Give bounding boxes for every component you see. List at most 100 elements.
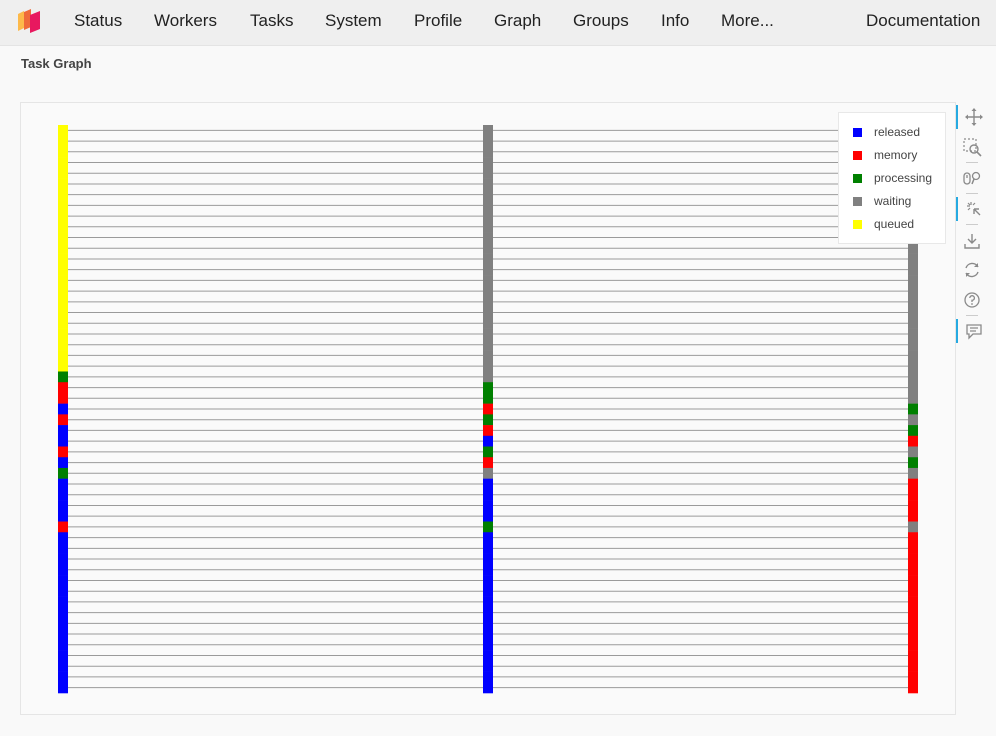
task-node-processing[interactable] (483, 521, 493, 533)
task-node-memory[interactable] (908, 542, 918, 554)
box-zoom-tool-button[interactable] (960, 135, 984, 159)
task-node-processing[interactable] (58, 371, 68, 383)
task-node-released[interactable] (483, 617, 493, 629)
task-node-released[interactable] (58, 575, 68, 587)
save-tool-button[interactable] (960, 229, 984, 253)
task-node-released[interactable] (483, 671, 493, 683)
task-node-waiting[interactable] (908, 307, 918, 319)
task-node-waiting[interactable] (908, 242, 918, 254)
task-graph-canvas[interactable] (0, 0, 996, 736)
task-node-memory[interactable] (908, 617, 918, 629)
task-node-waiting[interactable] (483, 189, 493, 201)
task-node-waiting[interactable] (483, 210, 493, 222)
task-node-released[interactable] (58, 607, 68, 619)
task-node-processing[interactable] (483, 414, 493, 426)
task-node-waiting[interactable] (483, 350, 493, 362)
task-node-waiting[interactable] (483, 296, 493, 308)
help-tool-button[interactable] (960, 288, 984, 312)
task-node-waiting[interactable] (908, 339, 918, 351)
task-node-processing[interactable] (908, 403, 918, 415)
task-node-queued[interactable] (58, 242, 68, 254)
task-node-memory[interactable] (483, 403, 493, 415)
task-node-waiting[interactable] (483, 232, 493, 244)
task-node-memory[interactable] (908, 435, 918, 447)
task-node-released[interactable] (483, 510, 493, 522)
task-node-released[interactable] (58, 660, 68, 672)
task-node-memory[interactable] (908, 585, 918, 597)
task-node-released[interactable] (483, 682, 493, 694)
task-node-memory[interactable] (58, 521, 68, 533)
task-node-released[interactable] (483, 564, 493, 576)
task-node-waiting[interactable] (483, 125, 493, 137)
reset-tool-button[interactable] (960, 258, 984, 282)
task-node-memory[interactable] (908, 575, 918, 587)
task-node-waiting[interactable] (483, 328, 493, 340)
task-node-queued[interactable] (58, 275, 68, 287)
task-node-waiting[interactable] (908, 350, 918, 362)
task-node-memory[interactable] (908, 671, 918, 683)
task-node-released[interactable] (483, 585, 493, 597)
task-node-waiting[interactable] (483, 200, 493, 212)
task-node-queued[interactable] (58, 350, 68, 362)
task-node-waiting[interactable] (483, 242, 493, 254)
tap-tool-button[interactable] (956, 197, 986, 221)
task-node-memory[interactable] (908, 660, 918, 672)
task-node-released[interactable] (58, 671, 68, 683)
task-node-processing[interactable] (58, 467, 68, 479)
task-node-released[interactable] (58, 585, 68, 597)
task-node-memory[interactable] (908, 510, 918, 522)
task-node-queued[interactable] (58, 221, 68, 233)
task-node-waiting[interactable] (483, 135, 493, 147)
task-node-waiting[interactable] (908, 382, 918, 394)
task-node-queued[interactable] (58, 135, 68, 147)
task-node-released[interactable] (58, 532, 68, 544)
task-node-released[interactable] (483, 628, 493, 640)
task-node-released[interactable] (483, 435, 493, 447)
task-node-released[interactable] (483, 575, 493, 587)
hover-tool-button[interactable] (956, 319, 986, 343)
task-node-memory[interactable] (908, 564, 918, 576)
task-node-released[interactable] (483, 639, 493, 651)
task-node-waiting[interactable] (483, 146, 493, 158)
task-node-waiting[interactable] (908, 467, 918, 479)
task-node-queued[interactable] (58, 339, 68, 351)
task-node-waiting[interactable] (908, 264, 918, 276)
task-node-queued[interactable] (58, 146, 68, 158)
task-node-waiting[interactable] (908, 392, 918, 404)
task-node-released[interactable] (483, 500, 493, 512)
task-node-released[interactable] (58, 478, 68, 490)
task-node-waiting[interactable] (483, 317, 493, 329)
task-node-memory[interactable] (908, 553, 918, 565)
task-node-waiting[interactable] (483, 339, 493, 351)
task-node-memory[interactable] (58, 392, 68, 404)
task-node-waiting[interactable] (908, 285, 918, 297)
task-node-released[interactable] (58, 617, 68, 629)
task-node-waiting[interactable] (908, 317, 918, 329)
task-node-memory[interactable] (908, 596, 918, 608)
task-node-memory[interactable] (483, 425, 493, 437)
task-node-waiting[interactable] (908, 521, 918, 533)
task-node-waiting[interactable] (483, 371, 493, 383)
task-node-released[interactable] (58, 682, 68, 694)
task-node-processing[interactable] (483, 446, 493, 458)
task-node-memory[interactable] (908, 607, 918, 619)
task-node-waiting[interactable] (483, 178, 493, 190)
task-node-waiting[interactable] (483, 467, 493, 479)
task-node-memory[interactable] (908, 500, 918, 512)
task-node-queued[interactable] (58, 328, 68, 340)
task-node-waiting[interactable] (483, 275, 493, 287)
task-node-memory[interactable] (908, 532, 918, 544)
task-node-released[interactable] (58, 425, 68, 437)
task-node-memory[interactable] (908, 682, 918, 694)
task-node-released[interactable] (58, 628, 68, 640)
task-node-released[interactable] (483, 660, 493, 672)
task-node-queued[interactable] (58, 317, 68, 329)
task-node-waiting[interactable] (908, 371, 918, 383)
task-node-waiting[interactable] (483, 264, 493, 276)
task-node-memory[interactable] (908, 650, 918, 662)
task-node-waiting[interactable] (483, 157, 493, 169)
task-node-released[interactable] (483, 542, 493, 554)
task-node-waiting[interactable] (483, 253, 493, 265)
task-node-waiting[interactable] (483, 285, 493, 297)
task-node-released[interactable] (58, 403, 68, 415)
